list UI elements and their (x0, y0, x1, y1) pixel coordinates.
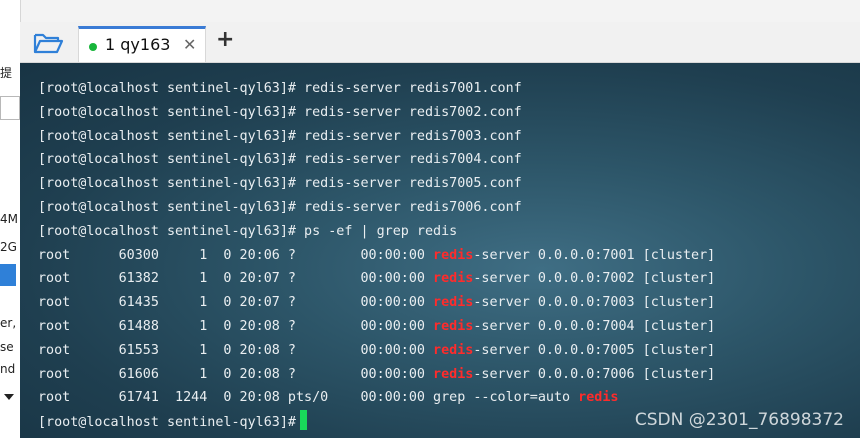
terminal-text: -server 0.0.0.0:7006 [cluster] (473, 366, 716, 382)
close-icon[interactable]: ✕ (183, 35, 196, 54)
terminal-text: -server 0.0.0.0:7003 [cluster] (473, 295, 716, 311)
highlighted-match: redis (433, 247, 474, 263)
terminal-line: root 61553 1 0 20:08 ? 00:00:00 redis-se… (38, 339, 715, 363)
terminal-text: [root@localhost sentinel-qyl63]# redis-s… (38, 199, 522, 215)
terminal-text: [root@localhost sentinel-qyl63]# redis-s… (38, 152, 522, 168)
highlighted-match: redis (578, 390, 619, 406)
background-window-edge: 提 4M 2G er, se nd (0, 0, 21, 438)
terminal-text: root 60300 1 0 20:06 ? 00:00:00 (38, 247, 434, 263)
background-text-fragment: er, (0, 316, 17, 330)
background-text-fragment: 2G (0, 240, 17, 254)
terminal-text: -server 0.0.0.0:7002 [cluster] (473, 271, 716, 287)
watermark: CSDN @2301_76898372 (634, 410, 844, 430)
terminal-text: -server 0.0.0.0:7001 [cluster] (473, 247, 716, 263)
terminal-line: [root@localhost sentinel-qyl63]# redis-s… (38, 196, 715, 220)
new-tab-button[interactable]: + (216, 27, 234, 52)
terminal-text: root 61741 1244 0 20:08 pts/0 00:00:00 g… (38, 390, 579, 406)
terminal-text: root 61553 1 0 20:08 ? 00:00:00 (38, 342, 434, 358)
terminal-line: [root@localhost sentinel-qyl63]# (38, 410, 715, 434)
terminal-text: root 61606 1 0 20:08 ? 00:00:00 (38, 366, 434, 382)
highlighted-match: redis (433, 295, 474, 311)
terminal-line: [root@localhost sentinel-qyl63]# redis-s… (38, 148, 715, 172)
terminal-text: root 61488 1 0 20:08 ? 00:00:00 (38, 318, 434, 334)
folder-open-icon[interactable] (32, 30, 64, 56)
terminal-line: root 61741 1244 0 20:08 pts/0 00:00:00 g… (38, 386, 715, 410)
connected-status-icon (89, 43, 97, 51)
terminal-text: root 61382 1 0 20:07 ? 00:00:00 (38, 271, 434, 287)
background-text-fragment: nd (0, 362, 16, 376)
terminal-text: -server 0.0.0.0:7004 [cluster] (473, 318, 716, 334)
highlighted-match: redis (433, 318, 474, 334)
session-tab-title: 1 qy163 (105, 35, 171, 54)
terminal-pane[interactable]: [root@localhost sentinel-qyl63]# redis-s… (20, 63, 860, 438)
terminal-text: [root@localhost sentinel-qyl63]# redis-s… (38, 104, 522, 120)
terminal-text: [root@localhost sentinel-qyl63]# redis-s… (38, 81, 522, 96)
terminal-text: [root@localhost sentinel-qyl63]# redis-s… (38, 176, 522, 192)
highlighted-match: redis (433, 366, 474, 382)
terminal-line: root 61435 1 0 20:07 ? 00:00:00 redis-se… (38, 291, 715, 315)
highlighted-match: redis (433, 271, 474, 287)
terminal-line: [root@localhost sentinel-qyl63]# redis-s… (38, 172, 715, 196)
terminal-line: root 61606 1 0 20:08 ? 00:00:00 redis-se… (38, 363, 715, 387)
terminal-text: -server 0.0.0.0:7005 [cluster] (473, 342, 716, 358)
chevron-down-icon (4, 394, 14, 400)
terminal-line: [root@localhost sentinel-qyl63]# redis-s… (38, 125, 715, 149)
highlighted-match: redis (433, 342, 474, 358)
terminal-text: [root@localhost sentinel-qyl63]# ps -ef … (38, 223, 458, 239)
terminal-line: root 61382 1 0 20:07 ? 00:00:00 redis-se… (38, 267, 715, 291)
terminal-line: [root@localhost sentinel-qyl63]# ps -ef … (38, 220, 715, 244)
terminal-line: [root@localhost sentinel-qyl63]# redis-s… (38, 101, 715, 125)
terminal-line: root 60300 1 0 20:06 ? 00:00:00 redis-se… (38, 244, 715, 268)
terminal-text: [root@localhost sentinel-qyl63]# (38, 415, 296, 431)
terminal-text: [root@localhost sentinel-qyl63]# redis-s… (38, 128, 522, 144)
terminal-cursor (299, 410, 307, 431)
background-text-fragment: se (0, 340, 14, 354)
terminal-text: root 61435 1 0 20:07 ? 00:00:00 (38, 295, 434, 311)
terminal-output: [root@localhost sentinel-qyl63]# redis-s… (38, 77, 715, 434)
background-text-fragment: 提 (0, 66, 13, 80)
terminal-line: root 61488 1 0 20:08 ? 00:00:00 redis-se… (38, 315, 715, 339)
session-tab-bar: 1 qy163 ✕ + (20, 22, 860, 63)
session-tab[interactable]: 1 qy163 ✕ (78, 26, 206, 62)
background-text-fragment: 4M (0, 212, 18, 226)
background-input-box (0, 96, 20, 120)
background-blue-button (0, 264, 16, 286)
terminal-line: [root@localhost sentinel-qyl63]# redis-s… (38, 77, 715, 101)
